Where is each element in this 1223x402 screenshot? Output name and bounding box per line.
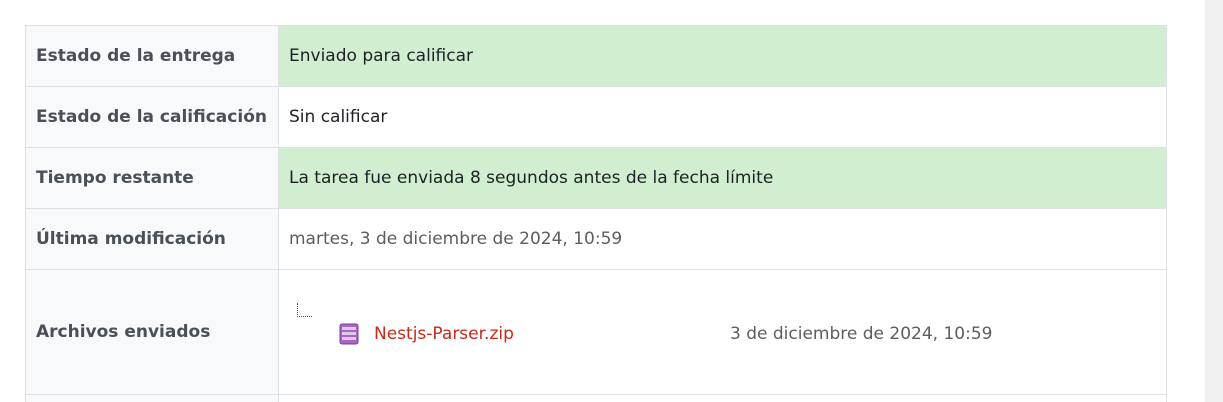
row-label: Archivos enviados — [25, 269, 279, 395]
table-row: Archivos enviados Nestjs-Parser.zip 3 de… — [25, 269, 1167, 395]
file-tree: Nestjs-Parser.zip 3 de diciembre de 2024… — [289, 270, 1156, 394]
row-label: Tiempo restante — [25, 147, 279, 209]
table-row: Última modificación martes, 3 de diciemb… — [25, 208, 1167, 270]
file-item: Nestjs-Parser.zip 3 de diciembre de 2024… — [339, 322, 1119, 346]
file-date: 3 de diciembre de 2024, 10:59 — [730, 324, 993, 344]
submitted-files-cell: Nestjs-Parser.zip 3 de diciembre de 2024… — [278, 269, 1167, 395]
row-label-empty — [25, 394, 279, 402]
row-label: Estado de la calificación — [25, 86, 279, 148]
submission-status-table: Estado de la entrega Enviado para califi… — [25, 25, 1167, 402]
archive-icon — [339, 323, 359, 345]
scrollbar[interactable] — [1205, 0, 1223, 402]
table-row — [25, 394, 1167, 402]
submission-status-value: Enviado para calificar — [278, 25, 1167, 87]
time-remaining-value: La tarea fue enviada 8 segundos antes de… — [278, 147, 1167, 209]
file-link[interactable]: Nestjs-Parser.zip — [374, 324, 730, 344]
row-label: Estado de la entrega — [25, 25, 279, 87]
table-row: Estado de la entrega Enviado para califi… — [25, 25, 1167, 87]
tree-connector — [297, 303, 312, 317]
table-row: Estado de la calificación Sin calificar — [25, 86, 1167, 148]
grading-status-value: Sin calificar — [278, 86, 1167, 148]
row-value-empty — [278, 394, 1167, 402]
page: Estado de la entrega Enviado para califi… — [0, 0, 1223, 402]
last-modified-value: martes, 3 de diciembre de 2024, 10:59 — [278, 208, 1167, 270]
table-row: Tiempo restante La tarea fue enviada 8 s… — [25, 147, 1167, 209]
row-label: Última modificación — [25, 208, 279, 270]
